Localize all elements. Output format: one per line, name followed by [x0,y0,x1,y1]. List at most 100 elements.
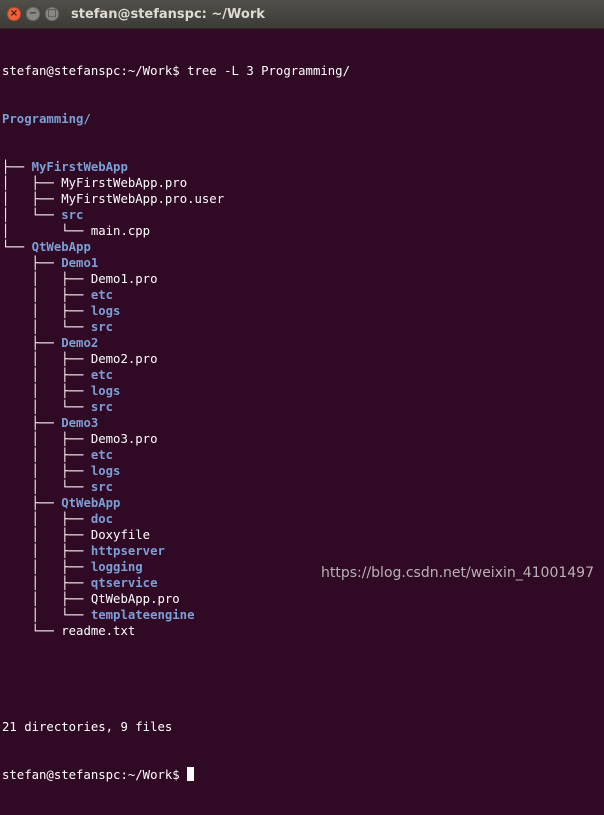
directory-name: doc [90,512,114,526]
tree-entry: ├── Demo3 [2,415,604,431]
directory-name: etc [90,288,114,302]
tree-entry: ├── Demo1 [2,255,604,271]
tree-branch: ├── [2,496,62,510]
tree-branch: ├── [2,336,62,350]
tree-branch: └── [2,624,62,638]
tree-branch: │ ├── [2,576,91,590]
tree-branch: │ ├── [2,560,91,574]
tree-entry: │ ├── QtWebApp.pro [2,591,604,607]
tree-entry: ├── MyFirstWebApp [2,159,604,175]
tree-entry: │ └── templateengine [2,607,604,623]
tree-entry: │ ├── etc [2,447,604,463]
directory-name: src [90,320,114,334]
tree-branch: │ ├── [2,528,91,542]
tree-branch: │ ├── [2,304,91,318]
directory-name: Demo1 [61,256,99,270]
file-name: main.cpp [90,224,151,238]
tree-branch: ├── [2,160,32,174]
tree-branch: ├── [2,256,62,270]
file-name: Demo2.pro [90,352,158,366]
file-name: readme.txt [61,624,136,638]
shell-prompt: stefan@stefanspc:~/Work$ [2,768,188,782]
minimize-icon[interactable]: − [26,7,40,21]
directory-name: httpserver [90,544,165,558]
watermark: https://blog.csdn.net/weixin_41001497 [320,565,594,581]
file-name: Demo3.pro [90,432,158,446]
tree-entry: │ ├── Demo2.pro [2,351,604,367]
tree-branch: │ ├── [2,544,91,558]
directory-name: Demo2 [61,336,99,350]
file-name: MyFirstWebApp.pro.user [61,192,225,206]
directory-name: logs [90,464,121,478]
directory-name: src [90,480,114,494]
directory-name: MyFirstWebApp [31,160,128,174]
window-title: stefan@stefanspc: ~/Work [71,6,265,22]
file-name: Demo1.pro [90,272,158,286]
tree-entry: │ └── src [2,319,604,335]
tree-entry: │ └── src [2,479,604,495]
title-bar[interactable]: × − □ stefan@stefanspc: ~/Work [0,0,604,29]
directory-name: logging [90,560,143,574]
file-name: Doxyfile [90,528,151,542]
close-icon[interactable]: × [7,7,21,21]
tree-entry: │ └── src [2,207,604,223]
tree-entry: │ ├── Demo1.pro [2,271,604,287]
tree-branch: │ └── [2,208,62,222]
file-name: QtWebApp.pro [90,592,180,606]
final-prompt-line: stefan@stefanspc:~/Work$ [2,767,604,783]
tree-entry: │ ├── logs [2,383,604,399]
directory-name: src [61,208,84,222]
file-name: MyFirstWebApp.pro [61,176,188,190]
tree-branch: │ └── [2,480,91,494]
tree-entry: └── readme.txt [2,623,604,639]
tree-root: Programming/ [2,111,604,127]
tree-entry: ├── Demo2 [2,335,604,351]
tree-entry: │ ├── etc [2,287,604,303]
command-line: stefan@stefanspc:~/Work$ tree -L 3 Progr… [2,63,604,79]
terminal-output[interactable]: stefan@stefanspc:~/Work$ tree -L 3 Progr… [0,29,604,815]
terminal-window: × − □ stefan@stefanspc: ~/Work stefan@st… [0,0,604,782]
maximize-icon[interactable]: □ [45,7,59,21]
tree-branch: │ ├── [2,432,91,446]
directory-name: templateengine [90,608,195,622]
tree-entry: │ ├── logs [2,303,604,319]
tree-branch: │ ├── [2,272,91,286]
directory-name: logs [90,304,121,318]
tree-branch: │ ├── [2,352,91,366]
tree-branch: │ ├── [2,288,91,302]
text-cursor [187,767,195,781]
tree-branch: │ ├── [2,176,62,190]
directory-name: etc [90,368,114,382]
directory-name: qtservice [90,576,158,590]
tree-entry: │ ├── httpserver [2,543,604,559]
root-directory: Programming/ [2,112,91,126]
tree-entry: ├── QtWebApp [2,495,604,511]
shell-prompt: stefan@stefanspc:~/Work$ [2,64,188,78]
tree-branch: │ ├── [2,384,91,398]
summary-line: 21 directories, 9 files [2,720,173,734]
tree-branch: │ └── [2,608,91,622]
tree-entry: │ ├── etc [2,367,604,383]
tree-branch: │ ├── [2,592,91,606]
tree-entry: │ ├── Demo3.pro [2,431,604,447]
directory-name: logs [90,384,121,398]
tree-entry: │ └── main.cpp [2,223,604,239]
tree-branch: │ ├── [2,448,91,462]
tree-branch: │ └── [2,400,91,414]
tree-branch: ├── [2,416,62,430]
command-text: tree -L 3 Programming/ [187,64,350,78]
tree-branch: │ ├── [2,368,91,382]
directory-name: Demo3 [61,416,99,430]
tree-entry: │ ├── MyFirstWebApp.pro.user [2,191,604,207]
tree-branch: │ ├── [2,512,91,526]
directory-name: etc [90,448,114,462]
tree-branch: │ └── [2,320,91,334]
tree-entry: │ ├── MyFirstWebApp.pro [2,175,604,191]
directory-name: QtWebApp [31,240,91,254]
tree-branch: └── [2,240,32,254]
tree-entry: │ ├── doc [2,511,604,527]
tree-entry: │ ├── logs [2,463,604,479]
tree-entry: │ └── src [2,399,604,415]
tree-branch: │ ├── [2,464,91,478]
